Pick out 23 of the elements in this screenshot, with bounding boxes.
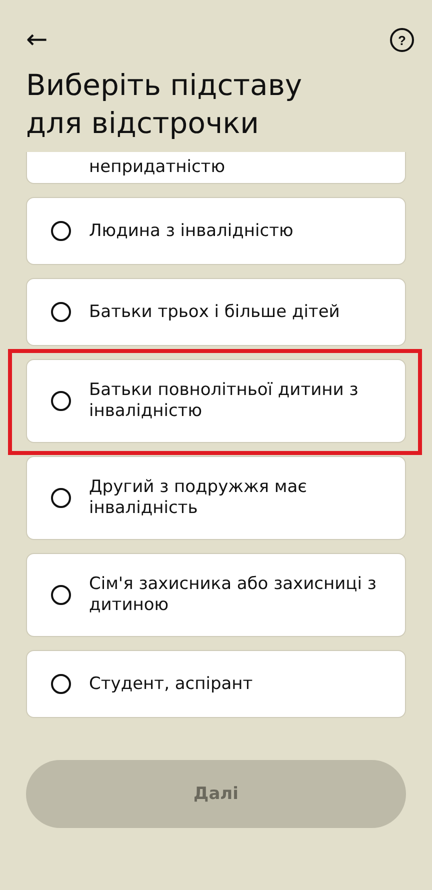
option-label: Другий з подружжя має інвалідність — [89, 477, 308, 519]
option-label: Студент, аспірант — [89, 674, 253, 694]
option-card[interactable]: Сім'я захисника або захисниці з дитиною — [26, 553, 406, 637]
radio-button[interactable] — [51, 221, 71, 241]
option-card[interactable]: Другий з подружжя має інвалідність — [26, 456, 406, 540]
radio-button[interactable] — [51, 391, 71, 411]
option-card[interactable]: непридатністю — [26, 152, 406, 184]
option-card[interactable]: Батьки трьох і більше дітей — [26, 278, 406, 346]
option-label: Батьки трьох і більше дітей — [89, 302, 340, 322]
radio-button[interactable] — [51, 302, 71, 322]
option-card[interactable]: Батьки повнолітньої дитини з інвалідністю — [26, 359, 406, 443]
radio-button[interactable] — [51, 585, 71, 605]
radio-button[interactable] — [51, 674, 71, 694]
option-label: Сім'я захисника або захисниці з дитиною — [89, 574, 378, 616]
help-button[interactable]: ? — [390, 28, 414, 52]
back-button[interactable]: ← — [26, 26, 48, 54]
option-label: Людина з інвалідністю — [89, 220, 294, 242]
option-label: непридатністю — [89, 157, 225, 178]
radio-button[interactable] — [51, 488, 71, 508]
page-title: Виберіть підставу для відстрочки — [26, 67, 304, 142]
option-card[interactable]: Людина з інвалідністю — [26, 197, 406, 265]
option-label: Батьки повнолітньої дитини з інвалідністю — [89, 380, 360, 422]
option-card[interactable]: Студент, аспірант — [26, 650, 406, 718]
